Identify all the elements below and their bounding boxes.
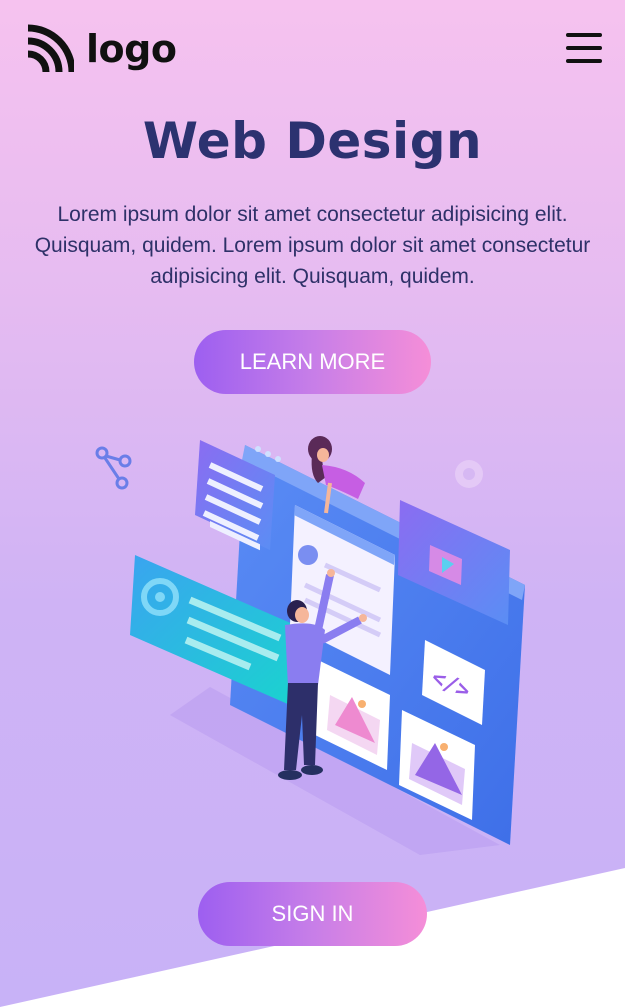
header: logo [0, 0, 625, 100]
gear-icon [455, 460, 483, 488]
page-title: Web Design [142, 112, 483, 170]
isometric-web-design-illustration: </> [95, 436, 525, 855]
logo-text: logo [86, 27, 177, 71]
hamburger-menu-icon[interactable] [566, 33, 602, 65]
hero-description: Lorem ipsum dolor sit amet consectetur a… [34, 203, 591, 288]
rss-feed-icon [27, 24, 74, 73]
share-icon [95, 446, 132, 490]
learn-more-button[interactable]: LEARN MORE [194, 330, 431, 394]
sign-in-button[interactable]: SIGN IN [198, 882, 427, 946]
logo[interactable]: logo [24, 24, 177, 74]
